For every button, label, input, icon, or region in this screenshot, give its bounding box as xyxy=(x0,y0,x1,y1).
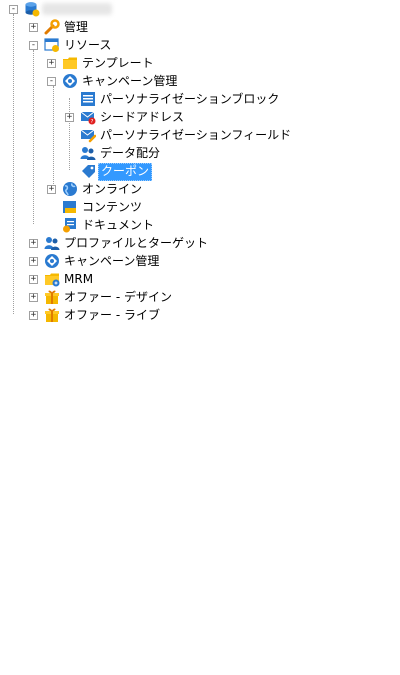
offer-gift-icon xyxy=(45,308,59,322)
resources-folder-icon xyxy=(44,38,59,52)
content-folder-icon xyxy=(63,201,76,213)
tree-node-label: パーソナライゼーションブロック xyxy=(100,92,280,106)
svg-text:?: ? xyxy=(91,119,94,125)
expand-toggle[interactable]: + xyxy=(29,293,38,302)
coupon-icon xyxy=(82,165,95,178)
database-icon xyxy=(25,2,40,17)
tree-node-label: MRM xyxy=(64,272,94,286)
data-distribution-icon xyxy=(80,147,96,160)
tree-node-label: 管理 xyxy=(64,20,89,34)
tree-node-label: プロファイルとターゲット xyxy=(64,236,209,250)
tree-node-label: パーソナライゼーションフィールド xyxy=(100,128,292,142)
tree-node-data-distribution[interactable]: データ配分 xyxy=(0,144,400,162)
tree-node-personalization-fields[interactable]: パーソナライゼーションフィールド xyxy=(0,126,400,144)
profiles-icon xyxy=(44,237,60,250)
campaign-icon xyxy=(45,254,59,268)
tree-node-label: シードアドレス xyxy=(100,110,185,124)
collapse-toggle[interactable]: - xyxy=(47,77,56,86)
tree-node-admin[interactable]: + 管理 xyxy=(0,18,400,36)
tree-node-seed-addresses[interactable]: + ? シードアドレス xyxy=(0,108,400,126)
tree-node-documents[interactable]: ドキュメント xyxy=(0,216,400,234)
personalization-block-icon xyxy=(81,92,95,106)
expand-toggle[interactable]: + xyxy=(65,113,74,122)
tree-node-content[interactable]: コンテンツ xyxy=(0,198,400,216)
collapse-toggle[interactable]: - xyxy=(29,41,38,50)
expand-toggle[interactable]: + xyxy=(47,185,56,194)
tree-node-offers-live[interactable]: + オファー - ライブ xyxy=(0,306,400,324)
tree-node-label: オファー - デザイン xyxy=(64,290,172,304)
expand-toggle[interactable]: + xyxy=(29,239,38,248)
tree-node-label: データ配分 xyxy=(100,146,161,160)
globe-icon xyxy=(63,182,77,196)
mrm-folder-icon xyxy=(45,273,60,287)
tree-node-campaign-management[interactable]: + キャンペーン管理 xyxy=(0,252,400,270)
tree-node-label: キャンペーン管理 xyxy=(82,74,178,88)
tree-node-online[interactable]: + オンライン xyxy=(0,180,400,198)
expand-toggle[interactable]: + xyxy=(29,275,38,284)
folder-icon xyxy=(63,57,77,69)
campaign-icon xyxy=(63,74,77,88)
tree-node-label: コンテンツ xyxy=(82,200,143,214)
tree-node-label: テンプレート xyxy=(82,56,154,70)
tree-node-coupons[interactable]: クーポン xyxy=(0,162,400,181)
tree-node-label-selected: クーポン xyxy=(98,163,153,181)
tree-node-resources[interactable]: - リソース xyxy=(0,36,400,54)
explorer-tree: - + 管理 - リソース + テンプレート - キャンペーン管理 パーソナライ… xyxy=(0,0,400,675)
redacted-label xyxy=(42,3,112,15)
tree-node-campaign-mgmt[interactable]: - キャンペーン管理 xyxy=(0,72,400,90)
personalization-field-icon xyxy=(80,129,96,143)
tree-node-label: オンライン xyxy=(82,182,143,196)
tree-node-label: キャンペーン管理 xyxy=(64,254,160,268)
tree-node-root[interactable]: - xyxy=(0,0,400,18)
expand-toggle[interactable]: + xyxy=(29,311,38,320)
tree-node-mrm[interactable]: + MRM xyxy=(0,270,400,288)
tree-node-label: オファー - ライブ xyxy=(64,308,160,322)
tree-node-templates[interactable]: + テンプレート xyxy=(0,54,400,72)
tree-node-label: ドキュメント xyxy=(82,218,155,232)
expand-toggle[interactable]: + xyxy=(47,59,56,68)
collapse-toggle[interactable]: - xyxy=(9,5,18,14)
expand-toggle[interactable]: + xyxy=(29,257,38,266)
offer-gift-icon xyxy=(45,290,59,304)
tree-node-offers-design[interactable]: + オファー - デザイン xyxy=(0,288,400,306)
seed-address-icon: ? xyxy=(80,111,96,125)
tree-node-profiles-targets[interactable]: + プロファイルとターゲット xyxy=(0,234,400,252)
expand-toggle[interactable]: + xyxy=(29,23,38,32)
tree-node-personalization-blocks[interactable]: パーソナライゼーションブロック xyxy=(0,90,400,108)
tree-node-label: リソース xyxy=(64,38,112,52)
document-icon xyxy=(63,218,76,233)
wrench-icon xyxy=(44,19,60,35)
